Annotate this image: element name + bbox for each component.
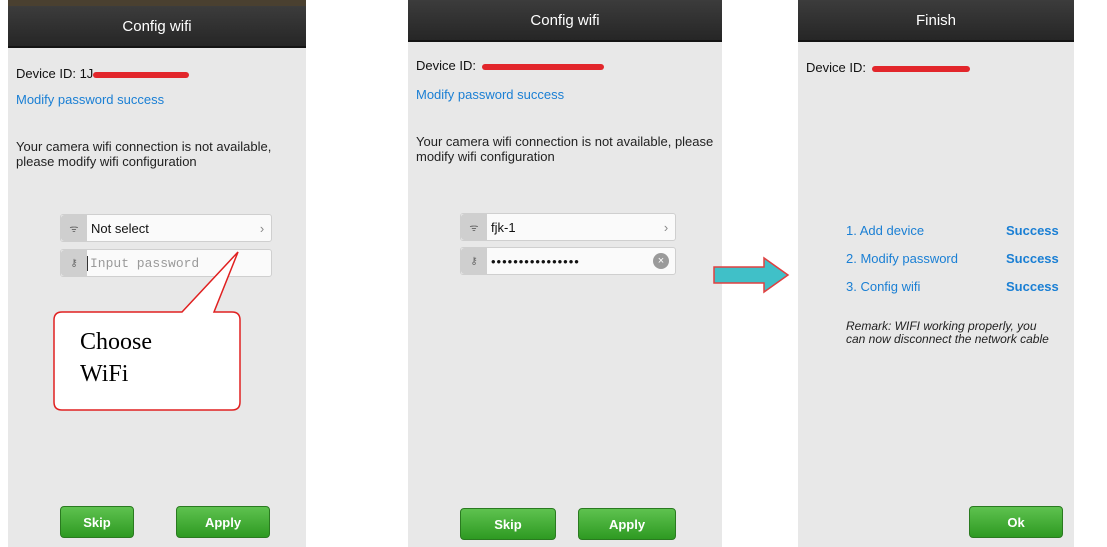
status-link[interactable]: Modify password success	[16, 92, 164, 107]
wifi-select-value: fjk-1	[491, 219, 516, 235]
callout-line-2: WiFi	[80, 361, 129, 387]
title-bar: Finish	[798, 0, 1074, 42]
wifi-icon: ᯤ	[461, 214, 487, 240]
device-id-label: Device ID: 1J	[16, 66, 94, 81]
step-status: Success	[1006, 279, 1059, 294]
chevron-right-icon: ›	[663, 219, 669, 235]
password-placeholder: Input password	[87, 255, 271, 271]
skip-button[interactable]: Skip	[460, 508, 556, 540]
page-title: Finish	[915, 11, 956, 29]
screen-config-wifi-1: Config wifi Device ID: 1J Modify passwor…	[8, 0, 306, 547]
device-id: Device ID: 1J	[16, 66, 190, 81]
step-status: Success	[1006, 223, 1059, 238]
step-label: 1. Add device	[846, 223, 925, 238]
screen-finish: Finish Device ID: 1. Add device Success …	[798, 0, 1074, 547]
wifi-select[interactable]: ᯤ fjk-1 ›	[460, 213, 676, 241]
wifi-icon: ᯤ	[61, 215, 87, 241]
status-link[interactable]: Modify password success	[416, 87, 564, 102]
redaction-mark	[93, 71, 190, 78]
key-icon: ⚷	[61, 250, 87, 276]
device-id-label: Device ID:	[416, 58, 480, 73]
skip-button[interactable]: Skip	[60, 506, 134, 538]
redaction-mark	[481, 63, 604, 70]
step-row: 1. Add device Success	[846, 223, 1066, 238]
wifi-select[interactable]: ᯤ Not select ›	[60, 214, 272, 242]
title-bar: Config wifi	[8, 6, 306, 48]
step-label: 3. Config wifi	[846, 279, 921, 294]
chevron-right-icon: ›	[259, 220, 265, 236]
page-title: Config wifi	[530, 11, 600, 29]
password-input[interactable]: ⚷ Input password	[60, 249, 272, 277]
arrow-right-icon	[713, 256, 790, 294]
ok-button[interactable]: Ok	[969, 506, 1063, 538]
warning-message: Your camera wifi connection is not avail…	[16, 139, 272, 169]
key-icon: ⚷	[461, 248, 487, 274]
title-bar: Config wifi	[408, 0, 722, 42]
password-input[interactable]: ⚷ •••••••••••••••• ×	[460, 247, 676, 275]
callout-line-1: Choose	[80, 329, 152, 355]
wifi-select-value: Not select	[91, 220, 149, 236]
step-status: Success	[1006, 251, 1059, 266]
page-title: Config wifi	[122, 17, 192, 35]
password-value: ••••••••••••••••	[491, 253, 580, 269]
step-label: 2. Modify password	[846, 251, 958, 266]
remark-text: Remark: WIFI working properly, you can n…	[846, 319, 1049, 346]
warning-message: Your camera wifi connection is not avail…	[416, 134, 714, 164]
apply-button[interactable]: Apply	[578, 508, 676, 540]
device-id: Device ID:	[806, 60, 970, 75]
clear-icon[interactable]: ×	[653, 253, 669, 269]
step-row: 3. Config wifi Success	[846, 279, 1066, 294]
device-id-label: Device ID:	[806, 60, 870, 75]
screen-config-wifi-2: Config wifi Device ID: Modify password s…	[408, 0, 722, 547]
device-id: Device ID:	[416, 58, 604, 73]
apply-button[interactable]: Apply	[176, 506, 270, 538]
callout-text: Choose WiFi	[80, 326, 152, 390]
step-row: 2. Modify password Success	[846, 251, 1066, 266]
redaction-mark	[871, 65, 970, 72]
